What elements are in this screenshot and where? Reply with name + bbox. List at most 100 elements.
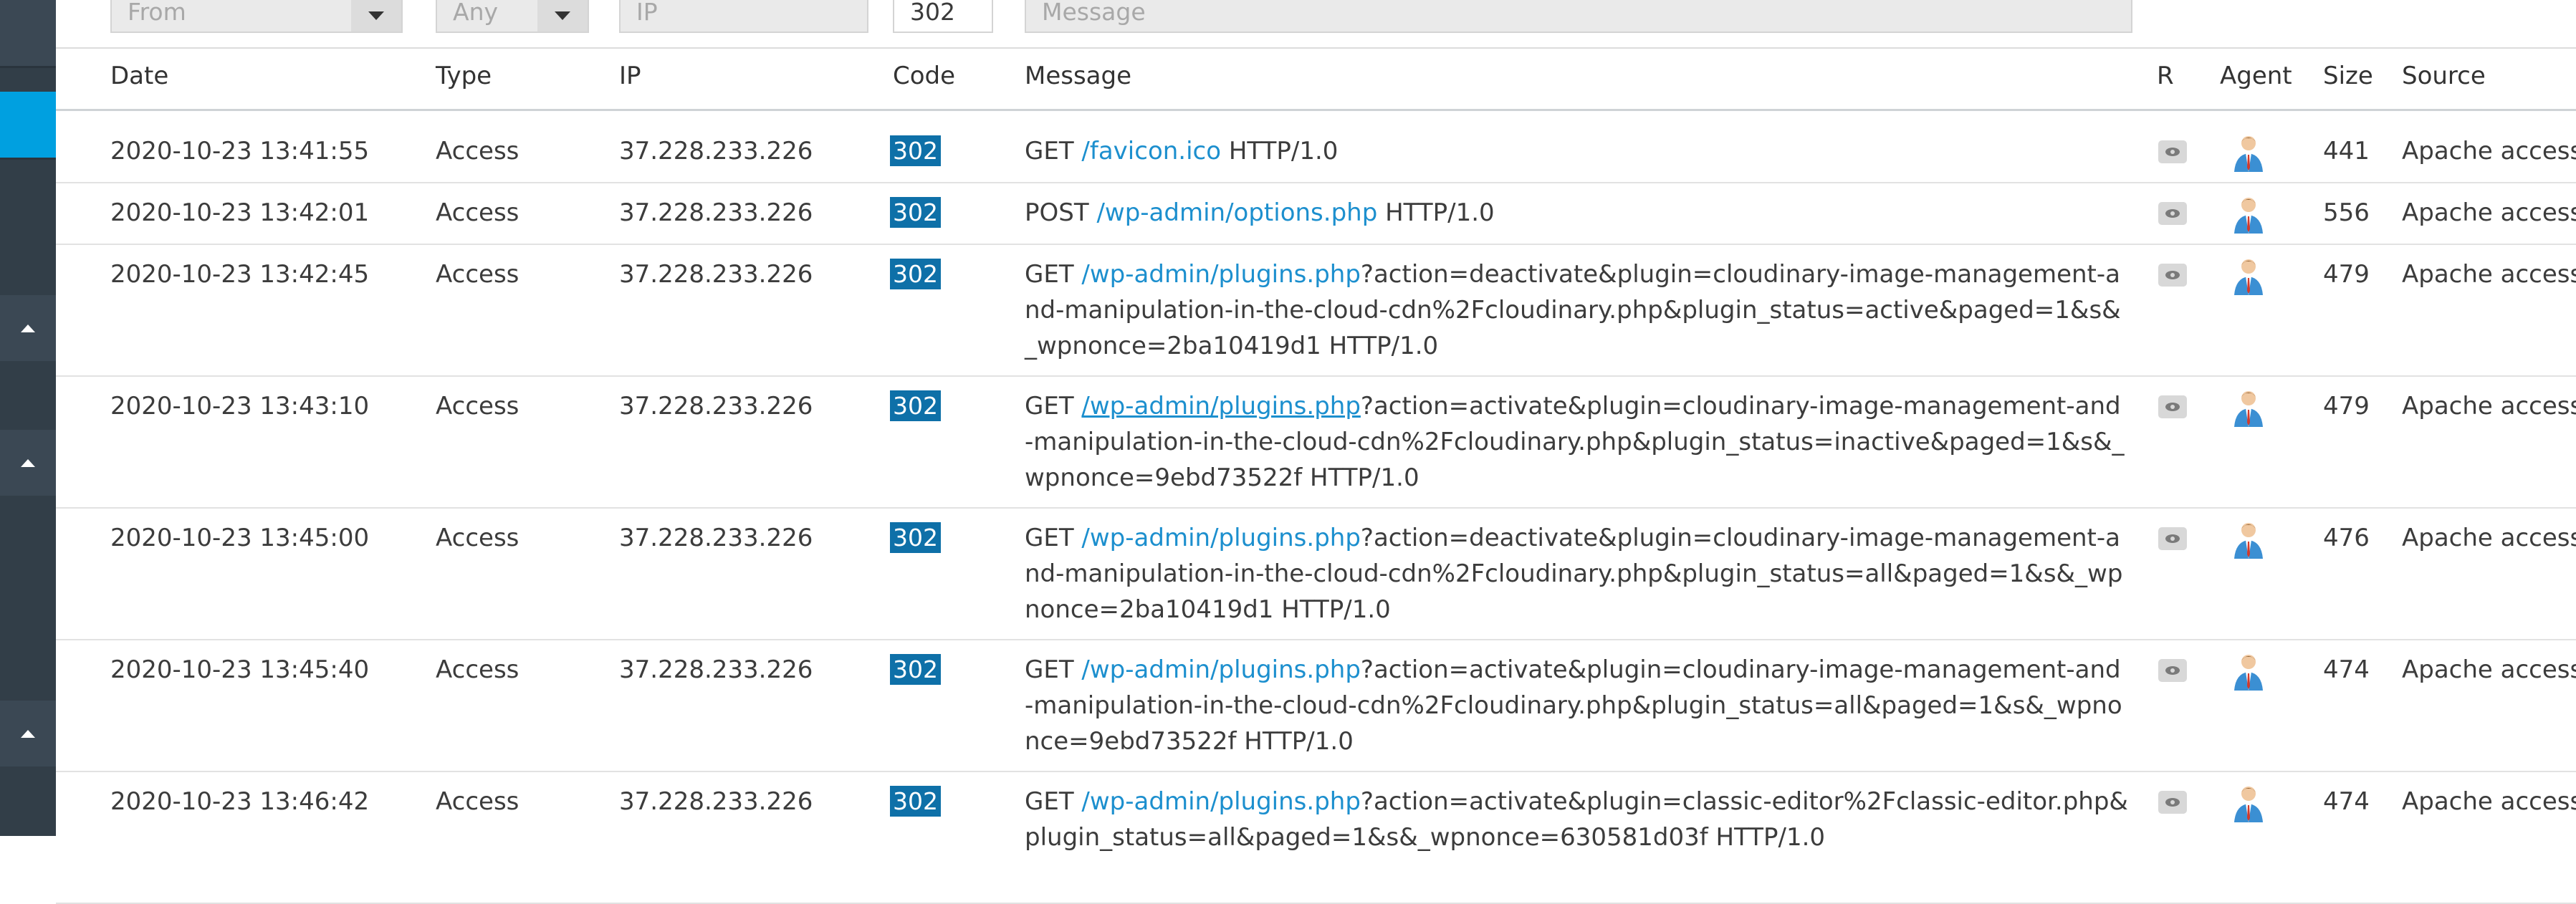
log-type: Access <box>436 137 519 165</box>
user-agent-icon[interactable] <box>2233 196 2264 234</box>
code-filter-text: 302 <box>910 0 955 26</box>
log-ip: 37.228.233.226 <box>619 787 813 816</box>
message-filter[interactable]: Message <box>1025 0 2132 33</box>
request-path-link[interactable]: /wp-admin/plugins.php <box>1081 260 1361 289</box>
log-code: 302 <box>890 784 941 819</box>
table-row[interactable]: 2020-10-23 13:42:45 Access 37.228.233.226 3… <box>56 244 2576 377</box>
eye-icon[interactable] <box>2158 264 2187 287</box>
eye-icon[interactable] <box>2158 527 2187 550</box>
request-path-link[interactable]: /favicon.ico <box>1081 137 1221 165</box>
eye-icon[interactable] <box>2158 791 2187 814</box>
status-badge: 302 <box>890 786 941 817</box>
eye-icon[interactable] <box>2158 202 2187 225</box>
ip-filter[interactable]: IP <box>619 0 868 33</box>
eye-icon[interactable] <box>2158 140 2187 163</box>
rail-collapse-button[interactable] <box>0 701 56 766</box>
log-message: GET /wp-admin/plugins.php?action=activat… <box>1025 784 2128 855</box>
log-type: Access <box>436 260 519 289</box>
user-agent-icon[interactable] <box>2233 521 2264 559</box>
user-agent-icon[interactable] <box>2233 135 2264 172</box>
table-row[interactable]: 2020-10-23 13:42:01 Access 37.228.233.226 3… <box>56 182 2576 245</box>
request-method: GET <box>1025 137 1074 165</box>
log-message: GET /wp-admin/plugins.php?action=deactiv… <box>1025 256 2128 364</box>
log-message: GET /wp-admin/plugins.php?action=activat… <box>1025 652 2128 759</box>
request-path-link[interactable]: /wp-admin/options.php <box>1096 198 1377 227</box>
status-badge: 302 <box>890 522 941 553</box>
log-type: Access <box>436 524 519 552</box>
log-source: Apache access <box>2402 260 2576 289</box>
status-badge: 302 <box>890 197 941 228</box>
log-date: 2020-10-23 13:45:00 <box>110 524 370 552</box>
type-filter[interactable]: Any <box>436 0 589 33</box>
ip-filter-text: IP <box>636 0 658 26</box>
request-path-link[interactable]: /wp-admin/plugins.php <box>1081 787 1361 816</box>
user-agent-icon[interactable] <box>2233 653 2264 691</box>
log-source: Apache access <box>2402 137 2576 165</box>
table-header: Date Type IP Code Message R Agent Size S… <box>56 47 2576 111</box>
user-agent-icon[interactable] <box>2233 258 2264 295</box>
caret-up-icon <box>21 458 35 467</box>
request-method: GET <box>1025 787 1074 816</box>
log-message: GET /favicon.ico HTTP/1.0 <box>1025 133 2128 169</box>
log-ip: 37.228.233.226 <box>619 137 813 165</box>
column-ip[interactable]: IP <box>619 62 641 90</box>
log-code: 302 <box>890 195 941 231</box>
column-source[interactable]: Source <box>2402 62 2486 90</box>
user-agent-icon[interactable] <box>2233 785 2264 822</box>
log-ip: 37.228.233.226 <box>619 655 813 684</box>
column-r[interactable]: R <box>2157 62 2174 90</box>
column-message[interactable]: Message <box>1025 62 1131 90</box>
request-path-link[interactable]: /wp-admin/plugins.php <box>1081 524 1361 552</box>
column-date[interactable]: Date <box>110 62 168 90</box>
request-path-link[interactable]: /wp-admin/plugins.php <box>1081 655 1361 684</box>
log-type: Access <box>436 655 519 684</box>
table-row[interactable]: 2020-10-23 13:41:55 Access 37.228.233.226 3… <box>56 120 2576 183</box>
table-row[interactable]: 2020-10-23 13:45:00 Access 37.228.233.226 3… <box>56 507 2576 640</box>
log-code: 302 <box>890 520 941 556</box>
request-method: GET <box>1025 260 1074 289</box>
code-filter[interactable]: 302 <box>893 0 993 33</box>
rail-collapse-button[interactable] <box>0 295 56 361</box>
rail-button-active[interactable] <box>0 92 56 158</box>
from-filter[interactable]: From <box>110 0 403 33</box>
status-badge: 302 <box>890 259 941 289</box>
log-ip: 37.228.233.226 <box>619 392 813 420</box>
from-filter-text: From <box>128 0 186 26</box>
column-size[interactable]: Size <box>2323 62 2373 90</box>
eye-icon[interactable] <box>2158 659 2187 682</box>
column-agent[interactable]: Agent <box>2220 62 2292 90</box>
request-path-link[interactable]: /wp-admin/plugins.php <box>1081 392 1361 420</box>
log-message: GET /wp-admin/plugins.php?action=activat… <box>1025 388 2128 496</box>
chevron-down-icon[interactable] <box>351 0 401 32</box>
eye-icon[interactable] <box>2158 395 2187 418</box>
table-row[interactable]: 2020-10-23 13:46:42 Access 37.228.233.226 3… <box>56 771 2576 904</box>
status-badge: 302 <box>890 654 941 685</box>
log-date: 2020-10-23 13:45:40 <box>110 655 370 684</box>
column-type[interactable]: Type <box>436 62 492 90</box>
message-filter-text: Message <box>1042 0 1146 26</box>
log-code: 302 <box>890 133 941 169</box>
type-filter-text: Any <box>453 0 499 26</box>
log-size: 479 <box>2323 260 2370 289</box>
log-code: 302 <box>890 388 941 424</box>
log-source: Apache access <box>2402 198 2576 227</box>
column-code[interactable]: Code <box>893 62 955 90</box>
rail-divider <box>0 158 56 160</box>
log-size: 479 <box>2323 392 2370 420</box>
user-agent-icon[interactable] <box>2233 390 2264 427</box>
log-type: Access <box>436 787 519 816</box>
log-source: Apache access <box>2402 787 2576 816</box>
table-row[interactable]: 2020-10-23 13:43:10 Access 37.228.233.226 3… <box>56 375 2576 509</box>
rail-button[interactable] <box>0 0 56 66</box>
chevron-down-icon[interactable] <box>537 0 588 32</box>
table-row[interactable]: 2020-10-23 13:45:40 Access 37.228.233.226 3… <box>56 639 2576 772</box>
request-query: HTTP/1.0 <box>1377 198 1495 227</box>
log-ip: 37.228.233.226 <box>619 524 813 552</box>
log-size: 556 <box>2323 198 2370 227</box>
caret-up-icon <box>21 729 35 738</box>
rail-collapse-button[interactable] <box>0 430 56 496</box>
